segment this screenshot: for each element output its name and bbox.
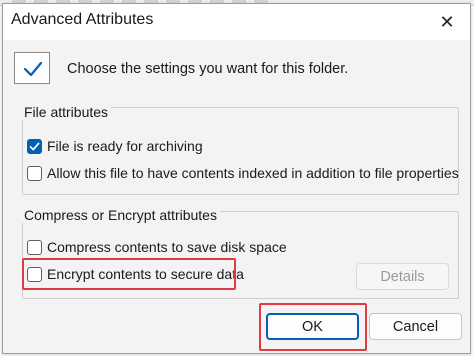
- compress-checkbox[interactable]: [27, 239, 42, 255]
- compress-encrypt-label: Compress or Encrypt attributes: [21, 207, 220, 223]
- dialog-title: Advanced Attributes: [11, 11, 154, 28]
- close-icon: ✕: [439, 11, 455, 32]
- encrypt-highlight-box: [22, 258, 236, 290]
- index-checkbox-row[interactable]: Allow this file to have contents indexed…: [27, 163, 459, 183]
- index-checkbox[interactable]: [27, 165, 42, 181]
- close-button[interactable]: ✕: [432, 8, 462, 36]
- file-attributes-label: File attributes: [21, 104, 112, 120]
- folder-checkmark-icon: [14, 52, 50, 84]
- archive-checkbox-row[interactable]: File is ready for archiving: [27, 136, 203, 156]
- cancel-button[interactable]: Cancel: [369, 313, 462, 340]
- details-button[interactable]: Details: [356, 263, 449, 290]
- compress-checkbox-label: Compress contents to save disk space: [47, 239, 287, 255]
- intro-row: Choose the settings you want for this fo…: [14, 52, 454, 88]
- archive-checkbox-label: File is ready for archiving: [47, 138, 203, 154]
- ok-highlight-box: [259, 303, 367, 351]
- intro-text: Choose the settings you want for this fo…: [67, 61, 349, 77]
- index-checkbox-label: Allow this file to have contents indexed…: [47, 165, 459, 181]
- archive-checkbox[interactable]: [27, 138, 42, 154]
- compress-checkbox-row[interactable]: Compress contents to save disk space: [27, 237, 287, 257]
- screen: Advanced Attributes ✕ Choose the setting…: [0, 0, 474, 356]
- title-bar: Advanced Attributes ✕: [3, 4, 470, 40]
